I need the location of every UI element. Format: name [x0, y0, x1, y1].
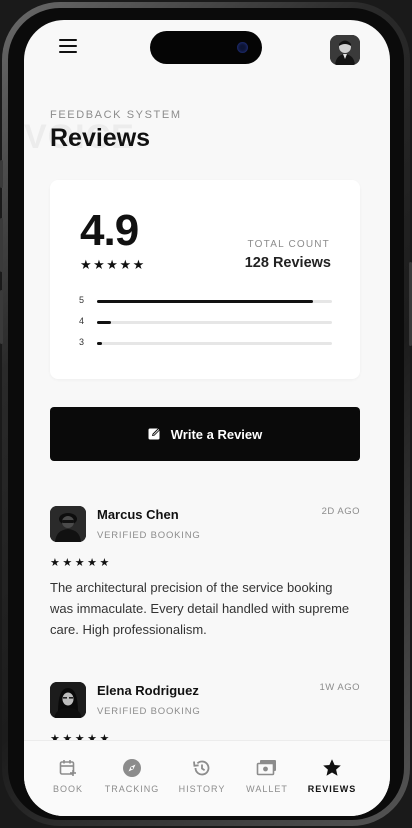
tab-history[interactable]: HISTORY	[170, 757, 234, 794]
menu-button[interactable]	[59, 39, 77, 53]
rating-bar-track	[97, 321, 332, 324]
rating-stars: ★★★★★	[80, 257, 146, 272]
compass-icon	[123, 759, 141, 777]
rating-bar-track	[97, 342, 332, 345]
average-rating: 4.9	[80, 206, 139, 255]
reviewer-name: Elena Rodriguez	[97, 683, 199, 698]
tab-label: BOOK	[52, 784, 83, 794]
rating-bar-label: 4	[79, 316, 85, 326]
volume-down-button	[0, 290, 3, 344]
rating-bar-3: 3	[79, 337, 332, 348]
write-review-label: Write a Review	[170, 426, 263, 442]
total-count-value: 128 Reviews	[244, 255, 331, 271]
total-count-label: TOTAL COUNT	[247, 239, 330, 250]
reviewer-name: Marcus Chen	[97, 507, 179, 522]
review-date: 2D AGO	[321, 506, 360, 517]
star-icon	[323, 759, 341, 776]
rating-bar-fill	[97, 321, 112, 324]
menu-line	[59, 45, 77, 47]
rating-summary-card: 4.9 ★★★★★ TOTAL COUNT 128 Reviews 5 4 3	[50, 180, 360, 379]
tab-reviews[interactable]: REVIEWS	[300, 757, 364, 794]
tab-wallet[interactable]: WALLET	[235, 757, 299, 794]
menu-line	[59, 39, 77, 41]
wallet-icon	[256, 760, 276, 776]
reviewer-avatar	[50, 506, 86, 542]
tab-label: HISTORY	[178, 784, 226, 794]
rating-bar-5: 5	[79, 295, 332, 306]
app-screen: VOICE FEEDBACK SYSTEM Reviews 4.9 ★★★★★ …	[24, 20, 390, 816]
tab-label: WALLET	[246, 784, 288, 794]
rating-bar-fill	[97, 300, 314, 303]
volume-up-button	[0, 218, 3, 272]
reviewer-photo	[50, 506, 86, 542]
edit-icon	[148, 427, 161, 440]
write-review-button[interactable]: Write a Review	[50, 407, 360, 461]
user-avatar-image	[330, 35, 360, 65]
rating-bar-label: 5	[79, 295, 85, 305]
action-button	[0, 160, 3, 188]
page-title: Reviews	[50, 124, 151, 152]
section-eyebrow: FEEDBACK SYSTEM	[50, 109, 182, 121]
rating-bar-fill	[97, 342, 102, 345]
camera-icon	[237, 42, 248, 53]
tab-tracking[interactable]: TRACKING	[100, 757, 164, 794]
tab-label: TRACKING	[104, 784, 160, 794]
dynamic-island	[150, 31, 262, 64]
history-icon	[193, 760, 210, 776]
calendar-plus-icon	[59, 760, 76, 776]
review-text: The architectural precision of the servi…	[50, 580, 350, 637]
review-date: 1W AGO	[319, 682, 360, 693]
verified-badge: VERIFIED BOOKING	[97, 530, 201, 541]
review-card: Marcus Chen VERIFIED BOOKING 2D AGO ★★★★…	[50, 506, 360, 666]
verified-badge: VERIFIED BOOKING	[97, 706, 201, 717]
profile-avatar[interactable]	[330, 35, 360, 65]
reviewer-photo	[50, 682, 86, 718]
rating-bar-track	[97, 300, 332, 303]
rating-bar-4: 4	[79, 316, 332, 327]
menu-line	[59, 51, 77, 53]
review-stars: ★★★★★	[50, 557, 112, 569]
tab-label: REVIEWS	[307, 784, 357, 794]
bottom-tab-bar: BOOK TRACKING HISTORY WALLET REVIEWS	[24, 740, 390, 816]
tab-book[interactable]: BOOK	[36, 757, 100, 794]
rating-bar-label: 3	[79, 337, 85, 347]
reviewer-avatar	[50, 682, 86, 718]
